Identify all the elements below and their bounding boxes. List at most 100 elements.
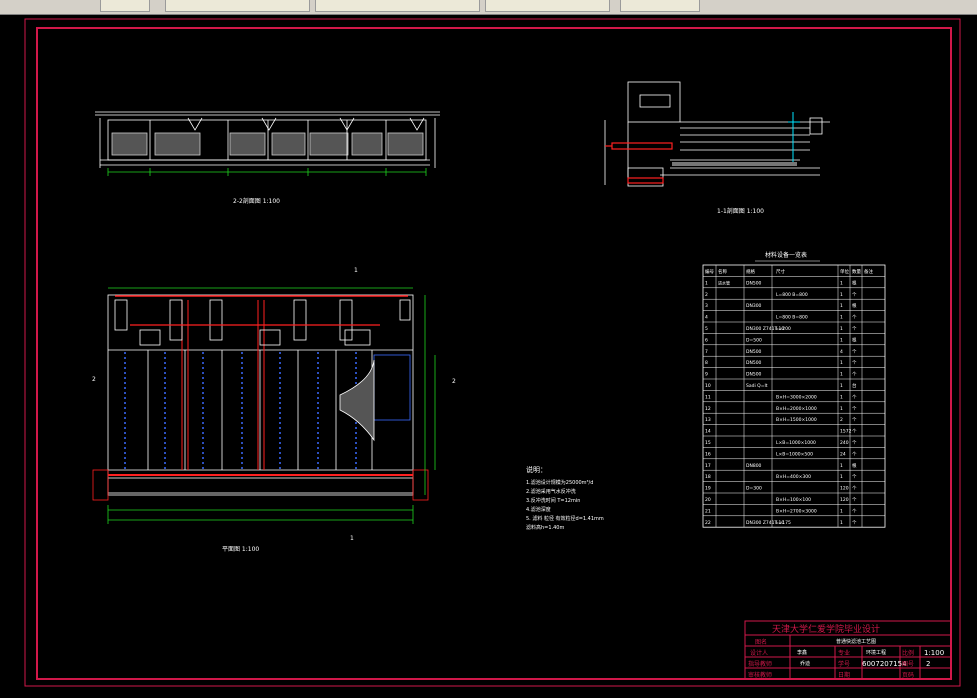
title-block-advisor: 乔迪	[800, 660, 810, 667]
table-cell-unit: 个	[852, 417, 857, 423]
title-block-school: 天津大学仁爱学院毕业设计	[772, 623, 880, 635]
table-cell-no: 20	[705, 497, 711, 503]
note-line-6: 滤料高h=1.40m	[526, 524, 564, 531]
section-marker-bottom: 1	[350, 535, 354, 542]
table-cell-qty: 1	[840, 394, 843, 400]
section-marker-top: 1	[354, 267, 358, 274]
table-cell-unit: 个	[852, 406, 857, 412]
title-block-label-id: 学号	[838, 660, 850, 668]
table-cell-no: 13	[705, 417, 711, 423]
table-cell-qty: 1	[840, 463, 843, 469]
table-cell-no: 22	[705, 520, 711, 526]
document-tab-3[interactable]	[485, 0, 610, 12]
table-cell-spec: DN500	[746, 349, 762, 355]
table-cell-no: 18	[705, 474, 711, 480]
table-cell-no: 5	[705, 326, 708, 332]
table-cell-qty: 1	[840, 508, 843, 514]
section-marker-left: 2	[92, 376, 96, 383]
table-cell-name: 进水管	[718, 279, 730, 285]
table-cell-qty: 1	[840, 337, 843, 343]
title-block-label-reviewer: 审核教师	[748, 671, 772, 679]
table-cell-unit: 个	[852, 520, 857, 526]
table-cell-unit: 个	[852, 508, 857, 514]
table-cell-qty: 1	[840, 383, 843, 389]
table-cell-no: 8	[705, 360, 708, 366]
table-cell-no: 16	[705, 451, 711, 457]
table-header-cell: 规格	[746, 268, 755, 275]
plan-view	[92, 294, 429, 501]
table-cell-unit: 个	[852, 292, 857, 298]
table-cell-spec: DN500	[746, 372, 762, 378]
table-cell-qty: 24	[840, 451, 846, 457]
table-header-cell: 名称	[718, 268, 727, 275]
table-cell-no: 4	[705, 315, 708, 321]
table-cell-qty: 1	[840, 406, 843, 412]
table-header-cell: 数量	[852, 268, 861, 275]
section-2-2-dims	[107, 168, 427, 176]
section-1-1-red-pipes	[605, 142, 673, 184]
title-block-label-date: 日期	[838, 671, 850, 679]
table-cell-qty: 120	[840, 486, 849, 492]
table-cell-unit: 根	[852, 302, 857, 309]
table-cell-unit: 个	[852, 474, 857, 480]
document-tab-1[interactable]	[165, 0, 310, 12]
section-1-1-cyan-pipes	[788, 112, 800, 165]
table-cell-unit: 个	[852, 372, 857, 378]
title-block-label-sheet: 图号	[902, 661, 914, 668]
table-cell-qty: 1	[840, 280, 843, 286]
table-header-cell: 编号	[705, 268, 714, 275]
table-cell-unit: 个	[852, 486, 857, 492]
table-cell-size: L×B=1000×500	[776, 451, 813, 457]
title-block-label-page: 页码	[902, 671, 914, 679]
table-cell-no: 1	[705, 280, 708, 286]
table-header-cell: 尺寸	[776, 268, 785, 275]
table-cell-no: 11	[705, 394, 711, 400]
title-block-student-id: 6007207154	[862, 660, 907, 668]
table-cell-qty: 2	[840, 417, 843, 423]
table-cell-no: 2	[705, 292, 708, 298]
plan-label: 平面图 1:100	[222, 546, 259, 553]
table-cell-spec: DN500	[746, 360, 762, 366]
table-cell-unit: 个	[852, 349, 857, 355]
table-cell-qty: 1	[840, 315, 843, 321]
table-cell-no: 12	[705, 406, 711, 412]
cad-drawing-canvas[interactable]: 2-2剖面图 1:100 1-1剖面图 1:100 平面图 1:100 1 1 …	[0, 14, 977, 698]
table-cell-no: 3	[705, 303, 708, 309]
table-cell-unit: 根	[852, 336, 857, 343]
title-block-sheet-no: 2	[926, 660, 930, 668]
title-block-label-name: 图名	[755, 638, 767, 646]
table-cell-spec: Sadi Q=It	[746, 383, 768, 389]
document-tab-2[interactable]	[315, 0, 480, 12]
note-line-2: 2.滤池采用气水反冲洗	[526, 488, 576, 495]
table-cell-no: 21	[705, 508, 711, 514]
table-cell-no: 15	[705, 440, 711, 446]
table-cell-no: 7	[705, 349, 708, 355]
table-header-cell: 备注	[864, 268, 873, 275]
title-block-major: 环境工程	[866, 649, 886, 656]
title-block-scale: 1:100	[924, 649, 944, 657]
note-line-1: 1.滤池设计规模为25000m³/d	[526, 479, 593, 486]
table-cell-no: 17	[705, 463, 711, 469]
table-cell-unit: 个	[852, 497, 857, 503]
material-table: 编号 名称 规格 尺寸 单位 数量 备注 1 进水管 DN500 1 根 2 L=800 B=800 1 个 3…	[702, 264, 886, 528]
notes-title: 说明：	[526, 465, 547, 474]
section-2-2	[95, 111, 440, 168]
section-1-1-gravel	[672, 162, 797, 166]
table-cell-unit: 个	[852, 451, 857, 457]
note-line-4: 4.滤池深度	[526, 506, 551, 513]
table-cell-spec: D=500	[746, 337, 762, 343]
table-cell-qty: 240	[840, 440, 849, 446]
section-1-1	[604, 81, 830, 187]
search-field[interactable]	[620, 0, 700, 12]
note-line-3: 3.反冲洗时间 T=12min	[526, 497, 580, 504]
table-cell-spec: DN300	[746, 303, 762, 309]
toolbar	[0, 0, 977, 15]
title-block-drawing-name: 普通快滤池工艺图	[836, 638, 876, 645]
title-block-label-designer: 设计人	[750, 649, 768, 657]
toolbar-tool-icon[interactable]	[100, 0, 150, 12]
table-cell-qty: 1572	[840, 429, 852, 435]
table-cell-no: 14	[705, 429, 711, 435]
table-cell-qty: 1	[840, 360, 843, 366]
table-cell-qty: 1	[840, 292, 843, 298]
section-2-2-label: 2-2剖面图 1:100	[233, 197, 280, 205]
